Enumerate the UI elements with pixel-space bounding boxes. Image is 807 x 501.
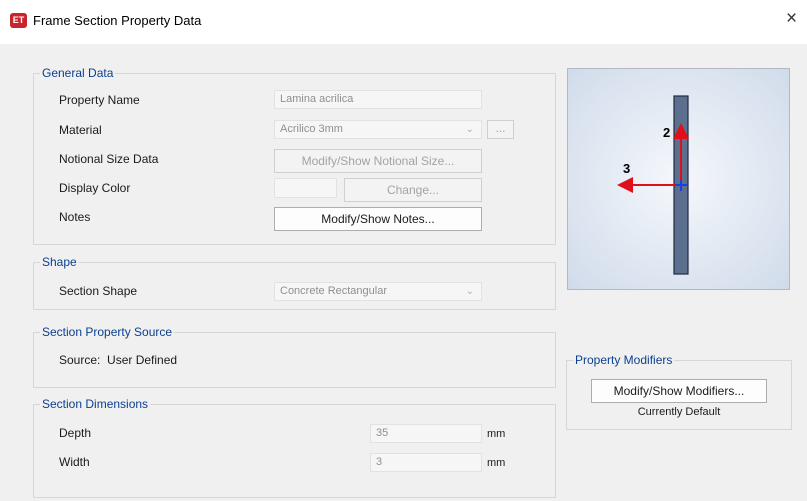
depth-value: 35 (376, 427, 389, 439)
width-label: Width (59, 455, 90, 469)
section-shape-select[interactable]: Concrete Rectangular ⌄ (274, 282, 482, 301)
notes-label: Notes (59, 210, 91, 224)
property-modifiers-legend: Property Modifiers (573, 353, 675, 367)
material-more-label: ... (495, 121, 506, 135)
section-shape-value: Concrete Rectangular (280, 285, 388, 297)
section-preview: 2 3 (567, 68, 790, 290)
notes-button[interactable]: Modify/Show Notes... (274, 207, 482, 231)
display-color-swatch[interactable] (274, 178, 337, 198)
app-logo-icon: ET (10, 13, 27, 28)
section-dimensions-legend: Section Dimensions (40, 397, 151, 411)
shape-legend: Shape (40, 255, 79, 269)
source-text: Source: User Defined (59, 353, 178, 367)
width-field[interactable]: 3 (370, 453, 482, 472)
width-unit: mm (487, 457, 506, 469)
material-more-button[interactable]: ... (487, 120, 514, 139)
title-bar: ET Frame Section Property Data × (0, 0, 807, 44)
material-select[interactable]: Acrilico 3mm ⌄ (274, 120, 482, 139)
display-color-label: Display Color (59, 181, 131, 195)
close-icon[interactable]: × (786, 9, 797, 28)
property-name-label: Property Name (59, 93, 140, 107)
notional-size-button[interactable]: Modify/Show Notional Size... (274, 149, 482, 173)
axis-3-label: 3 (623, 161, 630, 176)
depth-field[interactable]: 35 (370, 424, 482, 443)
change-color-button[interactable]: Change... (344, 178, 482, 202)
material-label: Material (59, 123, 102, 137)
property-name-value: Lamina acrilica (280, 93, 354, 105)
notional-size-label: Notional Size Data (59, 152, 159, 166)
depth-label: Depth (59, 426, 92, 440)
property-name-field[interactable]: Lamina acrilica (274, 90, 482, 109)
chevron-down-icon: ⌄ (465, 286, 474, 297)
modify-modifiers-button[interactable]: Modify/Show Modifiers... (591, 379, 767, 403)
modifiers-status: Currently Default (637, 406, 721, 418)
section-shape-label: Section Shape (59, 284, 138, 298)
section-dimensions-group: Section Dimensions (33, 397, 556, 498)
section-property-source-legend: Section Property Source (40, 325, 175, 339)
chevron-down-icon: ⌄ (465, 124, 474, 135)
window-title: Frame Section Property Data (33, 13, 202, 28)
section-preview-drawing: 2 3 (617, 95, 689, 275)
width-value: 3 (376, 456, 383, 468)
material-value: Acrilico 3mm (280, 123, 343, 135)
axis-2-label: 2 (663, 125, 670, 140)
depth-unit: mm (487, 428, 506, 440)
general-data-legend: General Data (40, 66, 116, 80)
